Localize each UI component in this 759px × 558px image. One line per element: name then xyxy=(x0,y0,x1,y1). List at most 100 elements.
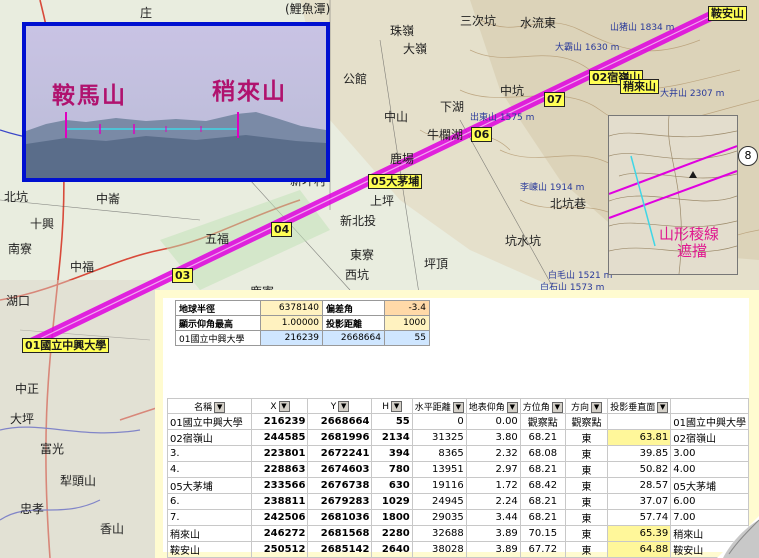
filter-dropdown-icon[interactable]: ▼ xyxy=(214,401,226,413)
table-cell[interactable]: 780 xyxy=(371,461,413,478)
table-cell[interactable]: 2676738 xyxy=(307,477,373,494)
table-row[interactable]: 3. 223801 2672241 394 8365 2.32 68.08 東 39.85 3.0… xyxy=(166,445,749,462)
table-cell[interactable]: 2681036 xyxy=(307,509,373,526)
table-cell[interactable]: 東 xyxy=(564,509,609,526)
table-row[interactable]: 7. 242506 2681036 1800 29035 3.44 68.21 東 57.74 7… xyxy=(166,509,749,526)
table-row[interactable]: 4. 228863 2674603 780 13951 2.97 68.21 東 50.82 4.… xyxy=(166,461,749,478)
table-cell[interactable]: 24945 xyxy=(411,493,467,510)
origin-y[interactable]: 2668664 xyxy=(322,330,385,346)
filter-dropdown-icon[interactable]: ▼ xyxy=(551,401,563,413)
param-value[interactable]: -3.4 xyxy=(384,300,430,316)
table-cell[interactable]: 0 xyxy=(411,413,467,430)
table-cell[interactable]: 7. xyxy=(166,509,253,526)
table-cell[interactable]: 3. xyxy=(166,445,253,462)
route-marker[interactable]: 03 xyxy=(172,268,194,283)
table-cell[interactable]: 39.85 xyxy=(607,445,672,462)
param-value[interactable]: 1.00000 xyxy=(260,315,323,331)
table-row[interactable]: 05大茅埔 233566 2676738 630 19116 1.72 68.42 東 28.5… xyxy=(166,477,749,494)
table-cell[interactable]: 2134 xyxy=(371,429,413,446)
table-cell[interactable]: 3.44 xyxy=(465,509,521,526)
table-cell[interactable]: 東 xyxy=(564,477,609,494)
table-cell[interactable]: 東 xyxy=(564,541,609,558)
table-cell[interactable]: 稍來山 xyxy=(166,525,253,542)
table-cell[interactable]: 東 xyxy=(564,429,609,446)
table-cell[interactable]: 4. xyxy=(166,461,253,478)
table-cell[interactable]: 2668664 xyxy=(307,413,373,430)
col-header[interactable]: H ▼ xyxy=(371,398,413,414)
table-cell[interactable]: 55 xyxy=(371,413,413,430)
table-cell[interactable]: 2672241 xyxy=(307,445,373,462)
table-cell[interactable]: 223801 xyxy=(251,445,309,462)
table-cell[interactable]: 2280 xyxy=(371,525,413,542)
table-cell[interactable]: 242506 xyxy=(251,509,309,526)
param-value[interactable]: 1000 xyxy=(384,315,430,331)
table-row[interactable]: 稍來山 246272 2681568 2280 32688 3.89 70.15 東 65.39… xyxy=(166,525,749,542)
table-row[interactable]: 02宿嶺山 244585 2681996 2134 31325 3.80 68.21 東 63.… xyxy=(166,429,749,446)
table-cell[interactable]: 38028 xyxy=(411,541,467,558)
col-header[interactable]: 水平距離 ▼ xyxy=(411,398,467,414)
table-cell[interactable]: 216239 xyxy=(251,413,309,430)
table-cell[interactable]: 6.00 xyxy=(670,493,749,510)
filter-dropdown-icon[interactable]: ▼ xyxy=(591,401,603,413)
table-cell[interactable]: 2679283 xyxy=(307,493,373,510)
col-header[interactable]: 投影垂直面 ▼ xyxy=(607,398,672,414)
table-cell[interactable]: 63.81 xyxy=(607,429,672,446)
route-marker[interactable]: 04 xyxy=(271,222,293,237)
route-marker[interactable]: 01國立中興大學 xyxy=(22,338,110,353)
table-cell[interactable]: 64.88 xyxy=(607,541,672,558)
table-cell[interactable]: 394 xyxy=(371,445,413,462)
table-cell[interactable]: 東 xyxy=(564,525,609,542)
table-cell[interactable]: 68.21 xyxy=(519,429,566,446)
table-cell[interactable]: 東 xyxy=(564,493,609,510)
route-marker[interactable]: 鞍安山 xyxy=(708,6,747,21)
table-cell[interactable]: 246272 xyxy=(251,525,309,542)
table-cell[interactable]: 3.89 xyxy=(465,525,521,542)
table-cell[interactable]: 233566 xyxy=(251,477,309,494)
table-cell[interactable]: 28.57 xyxy=(607,477,672,494)
table-cell[interactable]: 1029 xyxy=(371,493,413,510)
table-cell[interactable]: 2685142 xyxy=(307,541,373,558)
table-cell[interactable]: 238811 xyxy=(251,493,309,510)
col-header[interactable]: Y ▼ xyxy=(307,398,373,414)
table-cell[interactable]: 13951 xyxy=(411,461,467,478)
filter-dropdown-icon[interactable]: ▼ xyxy=(506,401,518,413)
table-cell[interactable]: 19116 xyxy=(411,477,467,494)
table-cell[interactable]: 37.07 xyxy=(607,493,672,510)
table-cell[interactable]: 4.00 xyxy=(670,461,749,478)
table-cell[interactable]: 3.89 xyxy=(465,541,521,558)
table-cell[interactable]: 2681996 xyxy=(307,429,373,446)
filter-dropdown-icon[interactable]: ▼ xyxy=(278,400,290,412)
col-header[interactable]: 方向 ▼ xyxy=(564,398,609,414)
table-cell[interactable]: 2.32 xyxy=(465,445,521,462)
table-cell[interactable]: 2674603 xyxy=(307,461,373,478)
table-cell[interactable]: 01國立中興大學 xyxy=(670,413,749,430)
table-cell[interactable]: 32688 xyxy=(411,525,467,542)
col-header[interactable]: 地表仰角 ▼ xyxy=(465,398,521,414)
table-cell[interactable]: 244585 xyxy=(251,429,309,446)
table-cell[interactable]: 2640 xyxy=(371,541,413,558)
table-cell[interactable]: 67.72 xyxy=(519,541,566,558)
col-header[interactable]: 方位角 ▼ xyxy=(519,398,566,414)
table-cell[interactable]: 250512 xyxy=(251,541,309,558)
table-cell[interactable]: 630 xyxy=(371,477,413,494)
table-cell[interactable]: 29035 xyxy=(411,509,467,526)
table-cell[interactable]: 鞍安山 xyxy=(166,541,253,558)
table-cell[interactable]: 02宿嶺山 xyxy=(166,429,253,446)
table-cell[interactable]: 57.74 xyxy=(607,509,672,526)
table-cell[interactable]: 0.00 xyxy=(465,413,521,430)
col-header[interactable]: 名稱 ▼ xyxy=(166,398,253,414)
table-cell[interactable]: 觀察點 xyxy=(564,413,609,430)
table-cell[interactable]: 65.39 xyxy=(607,525,672,542)
table-cell[interactable]: 50.82 xyxy=(607,461,672,478)
table-cell[interactable]: 05大茅埔 xyxy=(166,477,253,494)
route-marker[interactable]: 05大茅埔 xyxy=(368,174,423,189)
table-cell[interactable]: 68.21 xyxy=(519,493,566,510)
table-cell[interactable]: 2681568 xyxy=(307,525,373,542)
table-cell[interactable]: 1.72 xyxy=(465,477,521,494)
table-cell[interactable]: 東 xyxy=(564,461,609,478)
table-cell[interactable]: 觀察點 xyxy=(519,413,566,430)
filter-dropdown-icon[interactable]: ▼ xyxy=(452,401,464,413)
table-row[interactable]: 6. 238811 2679283 1029 24945 2.24 68.21 東 37.07 6… xyxy=(166,493,749,510)
table-cell[interactable]: 2.24 xyxy=(465,493,521,510)
table-cell[interactable]: 68.21 xyxy=(519,461,566,478)
